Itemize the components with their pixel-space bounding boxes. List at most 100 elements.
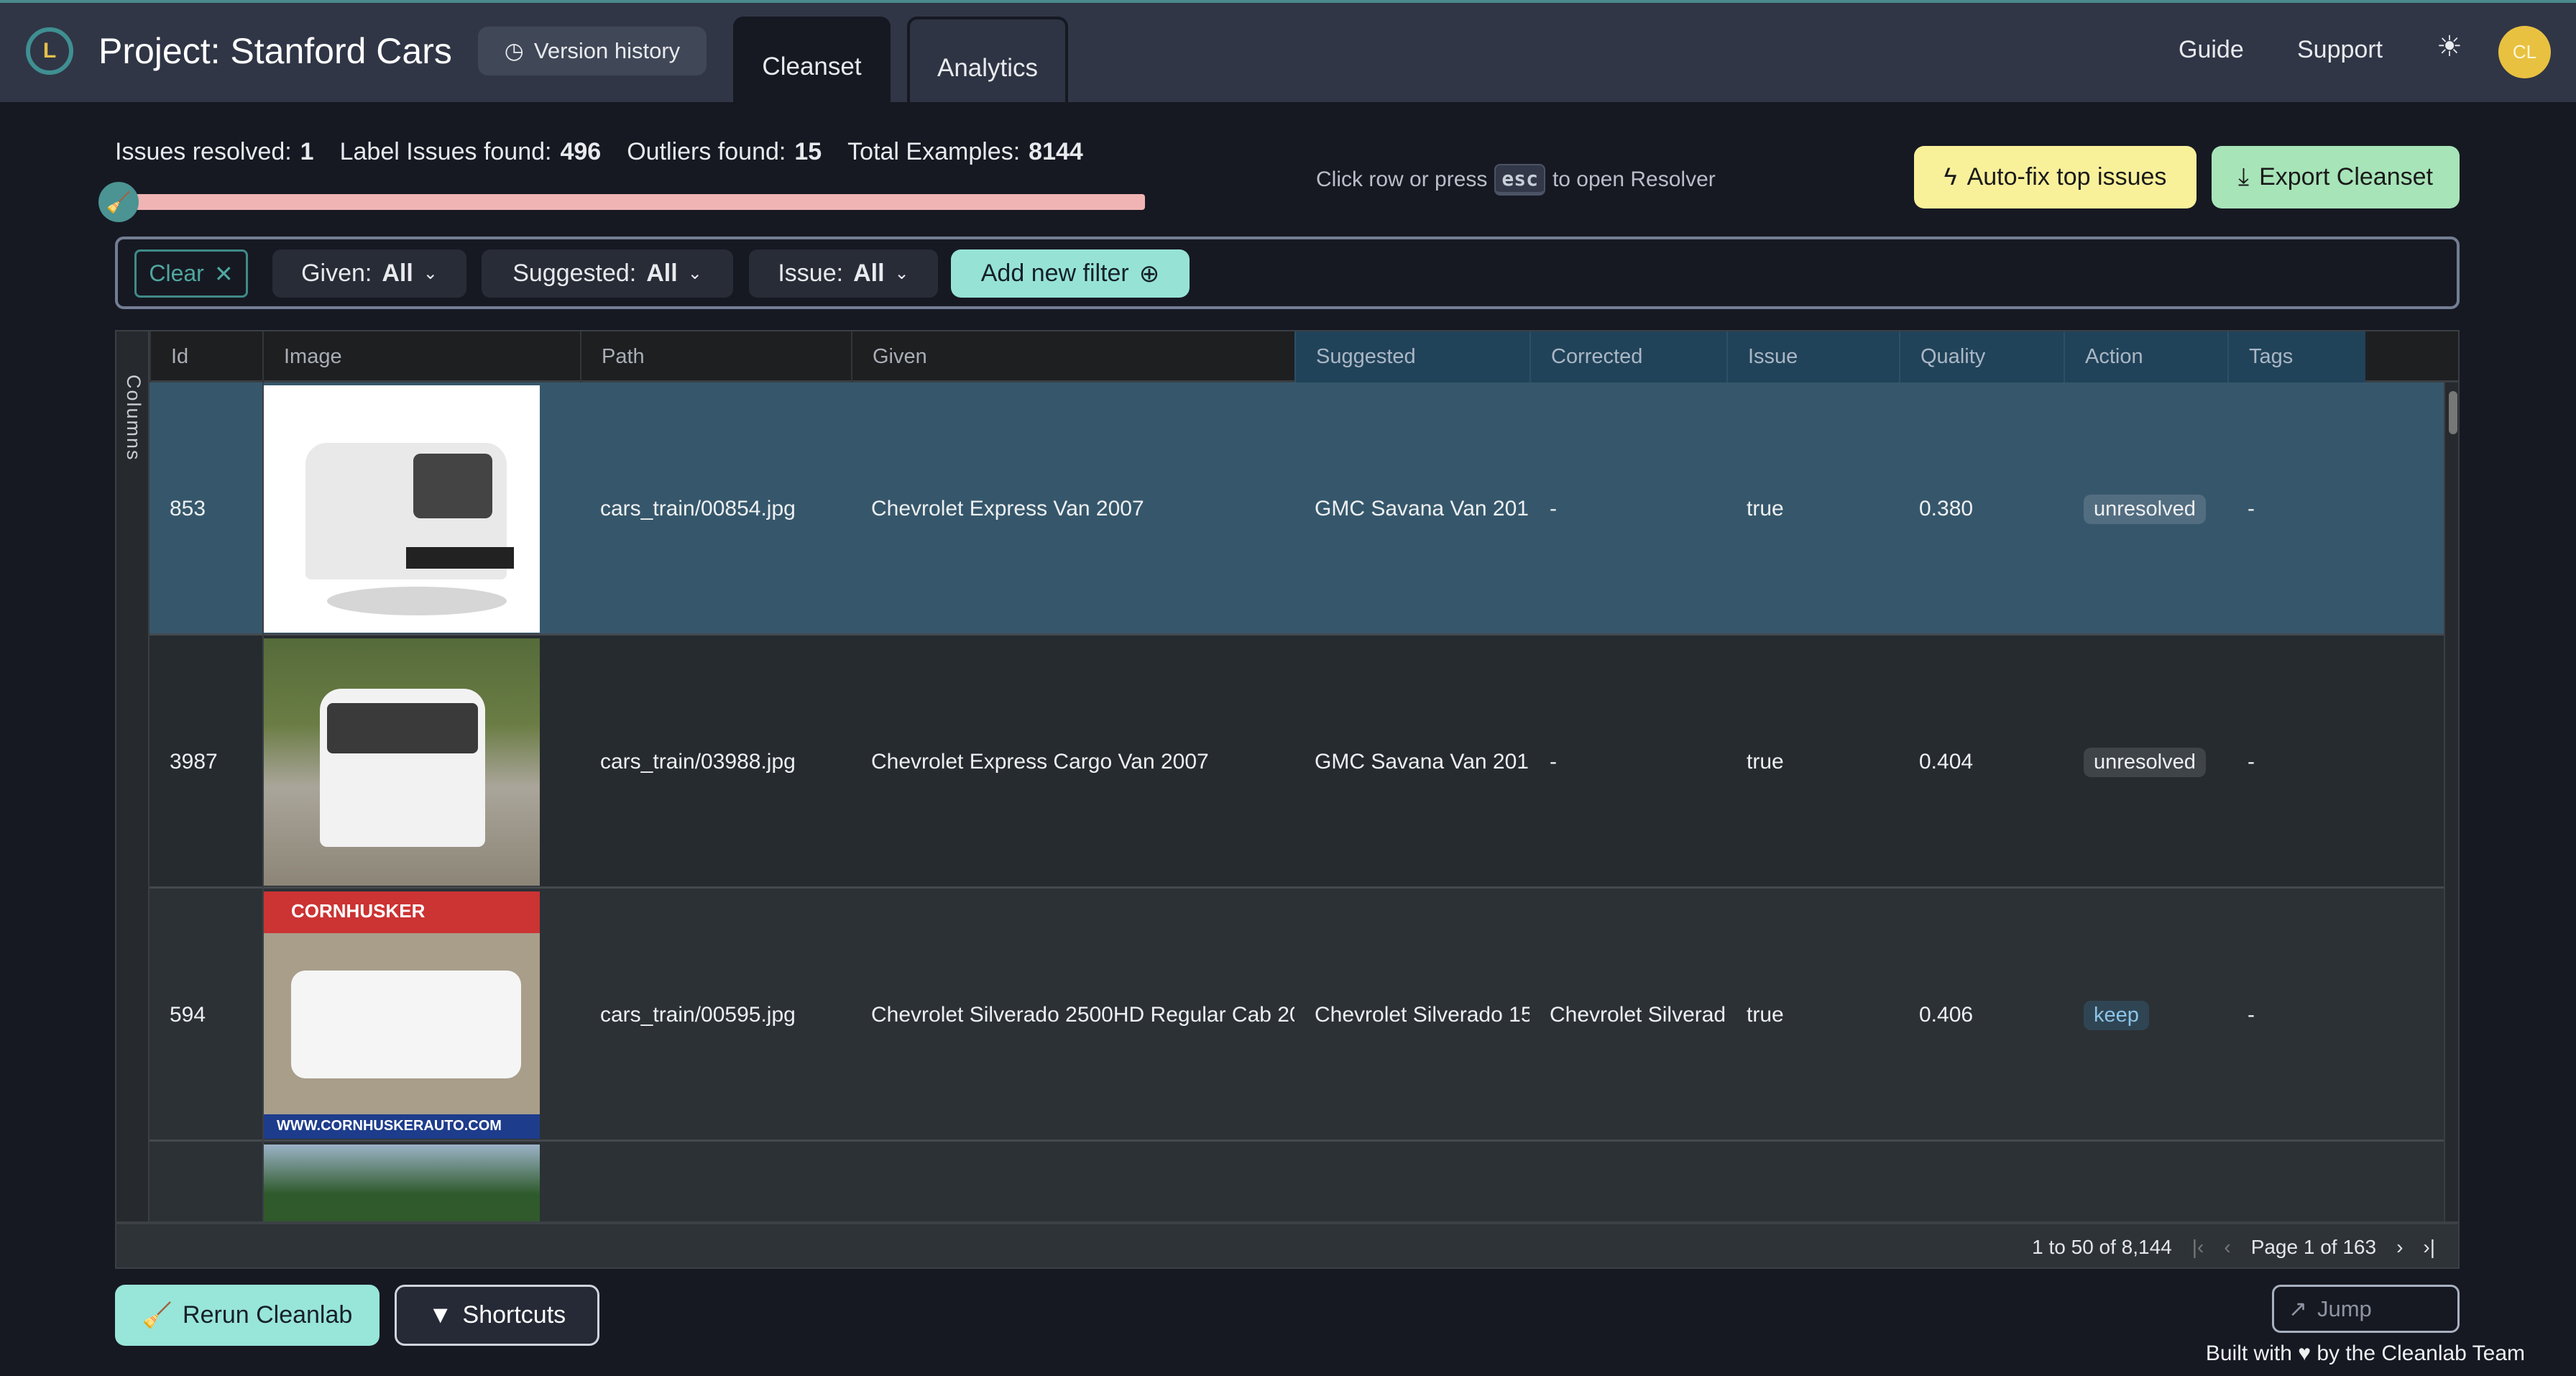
action-badge[interactable]: keep (2084, 1000, 2149, 1030)
hint-text: to open Resolver (1552, 168, 1716, 191)
table-row[interactable]: 3987 cars_train/03988.jpg Chevrolet Expres… (150, 636, 2444, 889)
tab-analytics[interactable]: Analytics (907, 17, 1068, 102)
shortcuts-button[interactable]: ▼ Shortcuts (395, 1285, 599, 1346)
car-thumbnail (262, 638, 540, 886)
action-badge[interactable]: unresolved (2084, 747, 2206, 777)
cell-suggested: GMC Savana Van 2012 (1315, 497, 1530, 520)
cell-quality: 0.380 (1919, 497, 1974, 520)
cell-issue: true (1747, 497, 1784, 520)
cell-id: 853 (170, 497, 206, 520)
table-row[interactable]: CORNHUSKER WWW.CORNHUSKERAUTO.COM 594 cars_… (150, 889, 2444, 1142)
add-filter-button[interactable]: Add new filter ⊕ (951, 249, 1190, 298)
given-filter[interactable]: Given: All ⌄ (272, 249, 466, 298)
car-thumbnail: CORNHUSKER WWW.CORNHUSKERAUTO.COM (262, 891, 540, 1139)
label-issues-label: Label Issues found: (339, 138, 552, 165)
column-header-tags[interactable]: Tags (2227, 331, 2365, 382)
image-banner-bottom: WWW.CORNHUSKERAUTO.COM (262, 1114, 540, 1139)
first-page-icon[interactable]: |‹ (2192, 1236, 2204, 1259)
clear-filters-button[interactable]: Clear ✕ (134, 249, 248, 298)
cell-corrected: Chevrolet Silverado (1550, 1003, 1726, 1027)
issue-filter[interactable]: Issue: All ⌄ (749, 249, 938, 298)
cell-tags: - (2248, 1003, 2255, 1027)
pagination: 1 to 50 of 8,144 |‹ ‹ Page 1 of 163 › ›| (116, 1221, 2458, 1267)
tab-cleanset[interactable]: Cleanset (733, 17, 891, 102)
action-badge[interactable]: unresolved (2084, 494, 2206, 524)
broom-icon: 🧹 (98, 182, 139, 222)
guide-link[interactable]: Guide (2179, 36, 2244, 64)
theme-toggle-sun-icon[interactable]: ☀ (2437, 30, 2462, 63)
cell-quality: 0.406 (1919, 1003, 1974, 1027)
cell-given: Chevrolet Silverado 2500HD Regular Cab 2… (871, 1003, 1294, 1027)
column-header-path[interactable]: Path (580, 331, 851, 382)
total-label: Total Examples: (847, 138, 1021, 165)
cell-issue: true (1747, 750, 1784, 774)
cell-id: 594 (170, 1003, 206, 1027)
cell-corrected: - (1550, 497, 1557, 520)
column-header-suggested[interactable]: Suggested (1294, 331, 1530, 382)
cell-action: unresolved (2064, 382, 2227, 636)
auto-fix-button[interactable]: ϟ Auto-fix top issues (1914, 146, 2196, 208)
column-header-id[interactable]: Id (150, 331, 262, 382)
filter-bar (115, 237, 2460, 309)
cell-suggested: Chevrolet Silverado 1500 (1315, 1003, 1530, 1027)
esc-key: esc (1494, 164, 1545, 196)
columns-toggle[interactable]: Columns (116, 331, 150, 1221)
columns-label: Columns (123, 375, 144, 462)
rerun-cleanlab-button[interactable]: 🧹 Rerun Cleanlab (115, 1285, 380, 1346)
scrollbar-thumb[interactable] (2449, 391, 2457, 434)
cell-given: Chevrolet Express Cargo Van 2007 (871, 750, 1209, 774)
column-header-quality[interactable]: Quality (1899, 331, 2064, 382)
stats-summary: Issues resolved: 1 Label Issues found: 496… (115, 138, 1083, 166)
cell-path: cars_train/00595.jpg (600, 1003, 796, 1027)
broom-icon: 🧹 (142, 1301, 173, 1329)
cell-corrected: - (1550, 750, 1557, 774)
last-page-icon[interactable]: ›| (2423, 1236, 2435, 1259)
clock-icon: ◷ (504, 38, 524, 63)
cell-given: Chevrolet Express Van 2007 (871, 497, 1144, 520)
arrow-up-right-icon: ↗ (2288, 1295, 2307, 1321)
jump-input[interactable]: ↗ Jump (2272, 1285, 2460, 1333)
avatar[interactable]: CL (2498, 26, 2551, 78)
chevron-down-icon: ⌄ (894, 264, 909, 283)
table-row[interactable]: 853 cars_train/00854.jpg Chevrolet Express… (150, 382, 2444, 636)
page-indicator: Page 1 of 163 (2250, 1236, 2377, 1258)
column-header-issue[interactable]: Issue (1726, 331, 1899, 382)
cell-path: cars_train/00854.jpg (600, 497, 796, 520)
prev-page-icon[interactable]: ‹ (2224, 1236, 2230, 1259)
outliers-label: Outliers found: (627, 138, 786, 165)
cell-path: cars_train/03988.jpg (600, 750, 796, 774)
version-history-button[interactable]: ◷ Version history (478, 27, 707, 75)
cell-quality: 0.404 (1919, 750, 1974, 774)
label-issues-value: 496 (560, 138, 602, 165)
column-header-image[interactable]: Image (262, 331, 580, 382)
column-header-corrected[interactable]: Corrected (1530, 331, 1726, 382)
download-icon: ⤓ (2238, 163, 2250, 191)
cell-issue: true (1747, 1003, 1784, 1027)
resolver-hint: Click row or press esc to open Resolver (1316, 164, 1716, 196)
built-by-text: Built with ♥ by the Cleanlab Team (2205, 1341, 2525, 1365)
data-table: Columns Id Image Path Given Suggested Correct… (115, 330, 2460, 1269)
issues-resolved-label: Issues resolved: (115, 138, 292, 165)
export-cleanset-button[interactable]: ⤓ Export Cleanset (2212, 146, 2460, 208)
cell-tags: - (2248, 750, 2255, 774)
hint-text: Click row or press (1316, 168, 1488, 191)
table-header: Id Image Path Given Suggested Corrected Issue Q… (150, 331, 2458, 382)
issues-resolved-value: 1 (300, 138, 314, 165)
car-thumbnail (262, 385, 540, 633)
lightning-icon: ϟ (1944, 163, 1957, 191)
close-icon: ✕ (213, 260, 234, 287)
cell-suggested: GMC Savana Van 2012 (1315, 750, 1530, 774)
page-title: Project: Stanford Cars (98, 31, 452, 71)
suggested-filter[interactable]: Suggested: All ⌄ (482, 249, 733, 298)
cleanlab-logo[interactable]: L (26, 27, 73, 75)
support-link[interactable]: Support (2297, 36, 2383, 64)
image-banner-top: CORNHUSKER (262, 891, 540, 933)
chevron-down-icon: ⌄ (423, 264, 438, 283)
scrollbar[interactable] (2444, 382, 2458, 1221)
column-header-given[interactable]: Given (851, 331, 1294, 382)
cell-action: unresolved (2064, 636, 2227, 889)
funnel-icon: ▼ (428, 1301, 453, 1329)
next-page-icon[interactable]: › (2396, 1236, 2403, 1259)
page-range: 1 to 50 of 8,144 (2032, 1236, 2172, 1258)
column-header-action[interactable]: Action (2064, 331, 2227, 382)
